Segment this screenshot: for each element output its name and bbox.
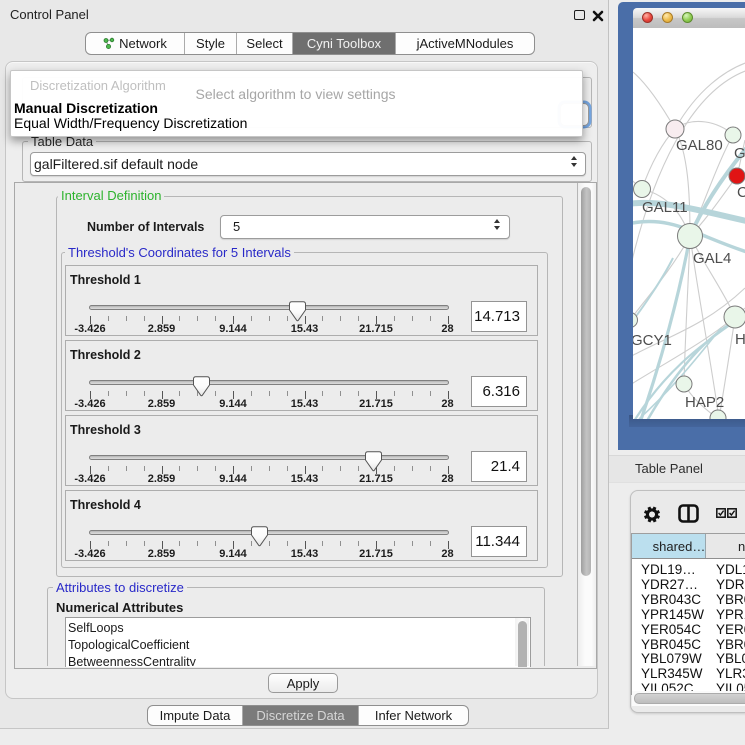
svg-text:CD: CD [737, 184, 745, 201]
svg-text:GCY1: GCY1 [633, 332, 672, 349]
svg-text:GAL4: GAL4 [693, 250, 731, 267]
svg-text:GAL7: GAL7 [734, 145, 745, 162]
svg-text:HI: HI [735, 331, 745, 348]
svg-text:GAL11: GAL11 [642, 199, 688, 216]
svg-text:GAL80: GAL80 [676, 137, 723, 154]
svg-text:HAP2: HAP2 [685, 394, 724, 411]
